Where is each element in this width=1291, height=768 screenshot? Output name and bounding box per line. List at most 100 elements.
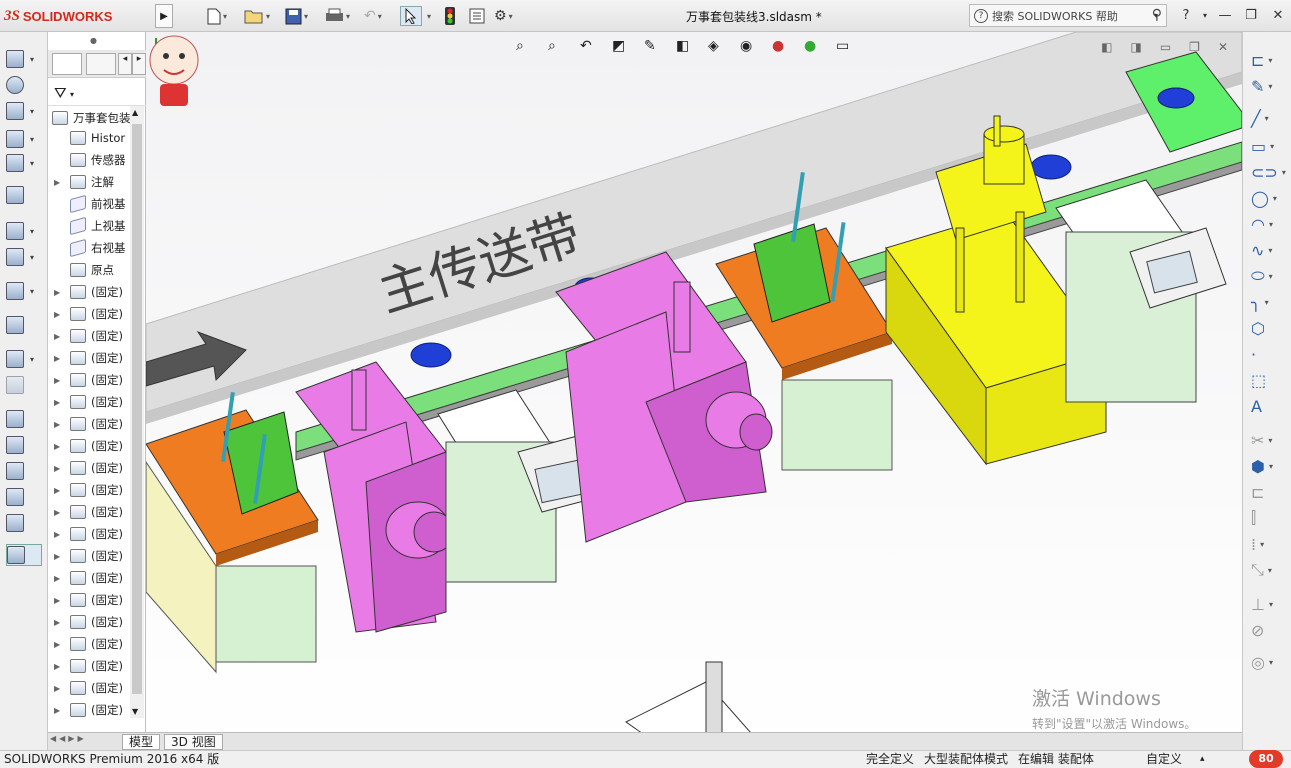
large-assembly-mode-icon[interactable] [6, 486, 42, 508]
print-icon[interactable]: ▾ [325, 6, 350, 26]
line-icon[interactable]: ╱ ▾ [1251, 106, 1285, 130]
menu-expand-icon[interactable]: ▶ [155, 4, 173, 28]
polygon-icon[interactable]: ⬡ [1251, 316, 1285, 340]
property-manager-tab[interactable] [86, 53, 116, 75]
zoom-to-fit-icon[interactable]: ⌕ [516, 38, 536, 58]
select-icon[interactable] [400, 6, 422, 26]
reference-geometry-icon[interactable]: ▾ [6, 280, 42, 302]
slot-icon[interactable]: ⊂⊃ ▾ [1251, 160, 1286, 184]
expand-arrow-icon[interactable]: ▶ [54, 530, 64, 539]
insert-component-icon[interactable]: ▾ [6, 48, 42, 70]
expand-arrow-icon[interactable]: ▶ [54, 332, 64, 341]
expand-arrow-icon[interactable]: ▶ [54, 178, 64, 187]
hide-show-items-icon[interactable]: ◉ [740, 38, 760, 58]
ellipse-icon[interactable]: ⬭ ▾ [1251, 264, 1285, 288]
move-component-icon[interactable] [6, 184, 42, 206]
viewport-split-icon[interactable]: ◧ [1101, 40, 1112, 54]
convert-entities-icon[interactable]: ⬢ ▾ [1251, 454, 1285, 478]
expand-arrow-icon[interactable]: ▶ [54, 354, 64, 363]
move-entities-icon[interactable]: ⤡ ▾ [1251, 558, 1285, 582]
display-relations-icon[interactable]: ⊥ ▾ [1251, 592, 1285, 616]
expand-arrow-icon[interactable]: ▶ [54, 618, 64, 627]
previous-view-icon[interactable]: ↶ [580, 38, 600, 58]
expand-arrow-icon[interactable]: ▶ [54, 486, 64, 495]
solidworks-logo[interactable]: 3S SOLIDWORKS [4, 6, 152, 26]
close-icon[interactable]: ✕ [1268, 6, 1288, 24]
viewport-split-2-icon[interactable]: ◨ [1130, 40, 1141, 54]
tab-scroll-left-icon[interactable]: ◂ [118, 53, 132, 75]
file-properties-icon[interactable] [469, 6, 485, 26]
assembly-features-icon[interactable]: ▾ [6, 246, 42, 268]
help-dropdown-icon[interactable]: ▾ [1195, 6, 1215, 24]
apply-scene-icon[interactable]: ● [804, 38, 824, 58]
filter-icon[interactable]: ⛛ [54, 84, 67, 102]
viewport-restore-icon[interactable]: ❐ [1189, 40, 1200, 54]
help-menu-icon[interactable]: ? [1176, 6, 1196, 24]
view-settings-icon[interactable]: ▭ [836, 38, 856, 58]
take-snapshot-icon[interactable] [6, 460, 42, 482]
point-icon[interactable]: · [1251, 342, 1285, 366]
tree-filter[interactable]: ⛛ ▾ [48, 80, 146, 106]
viewport-minimize-icon[interactable]: ▭ [1160, 40, 1171, 54]
new-motion-study-icon[interactable] [6, 314, 42, 336]
view-orientation-icon[interactable]: ◧ [676, 38, 696, 58]
expand-arrow-icon[interactable]: ▶ [54, 288, 64, 297]
tab-model[interactable]: 模型 [122, 734, 161, 750]
circle-icon[interactable]: ◯ ▾ [1251, 186, 1285, 210]
zoom-to-area-icon[interactable]: ⌕ [548, 38, 568, 58]
expand-arrow-icon[interactable]: ▶ [54, 464, 64, 473]
component-preview-icon[interactable]: ▾ [6, 100, 42, 122]
mirror-icon[interactable]: ⫿ [1251, 506, 1285, 530]
smart-dimension-icon[interactable]: ⊏ ▾ [1251, 48, 1285, 72]
tab-scroll-right-icon[interactable]: ▸ [132, 53, 146, 75]
minimize-icon[interactable]: — [1215, 6, 1235, 24]
panel-grip-icon[interactable]: ● [90, 36, 97, 45]
filter-dropdown-icon[interactable]: ▾ [70, 90, 74, 99]
update-speedpak-icon[interactable] [6, 434, 42, 456]
fillet-icon[interactable]: ╮ ▾ [1251, 290, 1285, 314]
open-folder-icon[interactable]: ▾ [244, 6, 270, 26]
expand-arrow-icon[interactable]: ▶ [54, 574, 64, 583]
centerline-icon[interactable]: ⬚ [1251, 368, 1285, 392]
feature-manager-tab[interactable] [52, 53, 82, 75]
select-dropdown-icon[interactable]: ▾ [425, 6, 431, 26]
undo-icon[interactable]: ↶ ▾ [364, 6, 382, 26]
viewport-close-icon[interactable]: ✕ [1218, 40, 1228, 54]
expand-arrow-icon[interactable]: ▶ [54, 376, 64, 385]
arc-icon[interactable]: ◠ ▾ [1251, 212, 1285, 236]
notification-badge[interactable]: 80 [1249, 750, 1283, 768]
expand-arrow-icon[interactable]: ▶ [54, 398, 64, 407]
exploded-view-icon[interactable] [6, 374, 42, 396]
scroll-up-icon[interactable]: ▲ [132, 108, 138, 117]
scrollbar-thumb[interactable] [132, 124, 142, 694]
linear-pattern-icon[interactable]: ▾ [6, 128, 42, 150]
assembly-scene[interactable]: 主传送带 [146, 32, 1242, 750]
status-custom-units[interactable]: 自定义 [1146, 751, 1182, 768]
expand-arrow-icon[interactable]: ▶ [54, 596, 64, 605]
new-document-icon[interactable]: ▾ [207, 6, 227, 26]
help-search-box[interactable]: ? 搜索 SOLIDWORKS 帮助 ⚲ [969, 4, 1167, 27]
offset-icon[interactable]: ⊏ [1251, 480, 1285, 504]
expand-arrow-icon[interactable]: ▶ [54, 640, 64, 649]
sketch-icon[interactable]: ✎ ▾ [1251, 74, 1285, 98]
quick-snaps-icon[interactable]: ◎ ▾ [1251, 650, 1285, 674]
spline-icon[interactable]: ∿ ▾ [1251, 238, 1285, 262]
expand-arrow-icon[interactable]: ▶ [54, 420, 64, 429]
instant3d-icon[interactable] [6, 408, 42, 430]
tab-3d-view[interactable]: 3D 视图 [164, 734, 223, 750]
text-icon[interactable]: A [1251, 394, 1285, 418]
expand-arrow-icon[interactable]: ▶ [54, 310, 64, 319]
expand-arrow-icon[interactable]: ▶ [54, 684, 64, 693]
mate-icon[interactable] [6, 74, 42, 96]
search-dropdown-icon[interactable]: ▾ [1146, 6, 1166, 24]
expand-arrow-icon[interactable]: ▶ [54, 508, 64, 517]
trim-icon[interactable]: ✂ ▾ [1251, 428, 1285, 452]
edit-appearance-icon[interactable]: ● [772, 38, 792, 58]
expand-arrow-icon[interactable]: ▶ [54, 706, 64, 715]
section-view-icon[interactable]: ◩ [612, 38, 632, 58]
linear-sketch-pattern-icon[interactable]: ⁞ ▾ [1251, 532, 1285, 556]
show-hidden-icon[interactable]: ▾ [6, 220, 42, 242]
options-gear-icon[interactable]: ⚙ ▾ [494, 6, 513, 26]
measure-icon[interactable] [6, 544, 42, 566]
status-units-dropdown-icon[interactable]: ▴ [1200, 751, 1205, 768]
